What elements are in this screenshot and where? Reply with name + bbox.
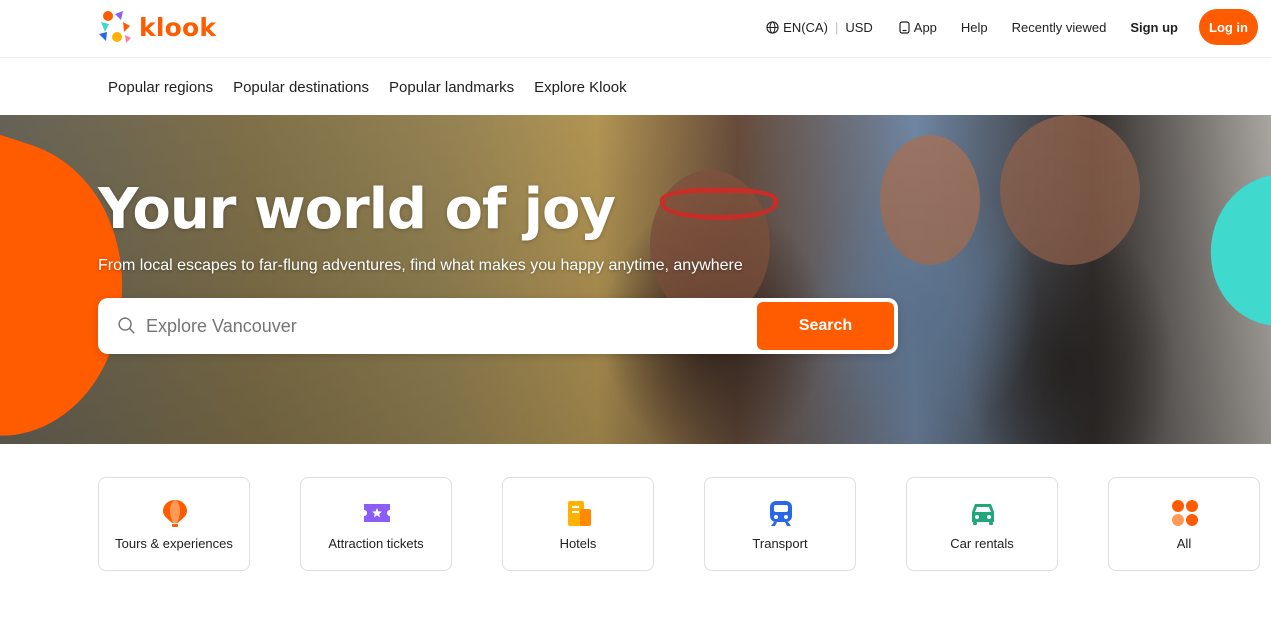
app-link[interactable]: App	[899, 20, 937, 35]
signup-link[interactable]: Sign up	[1130, 20, 1178, 35]
category-label: All	[1176, 536, 1192, 551]
help-link[interactable]: Help	[961, 20, 988, 35]
search-icon	[118, 317, 135, 334]
category-transport[interactable]: Transport	[704, 477, 856, 571]
hero-overlay	[0, 115, 1271, 444]
top-header: klook EN(CA) | USD App Help Recently vie…	[0, 0, 1271, 58]
hero-banner: Your world of joy From local escapes to …	[0, 115, 1271, 444]
subnav-popular-regions[interactable]: Popular regions	[108, 79, 213, 96]
category-tours-experiences[interactable]: Tours & experiences	[98, 477, 250, 571]
category-car-rentals[interactable]: Car rentals	[906, 477, 1058, 571]
app-label: App	[913, 19, 937, 35]
login-button[interactable]: Log in	[1199, 9, 1258, 45]
category-attraction-tickets[interactable]: Attraction tickets	[300, 477, 452, 571]
brand-name: klook	[139, 12, 217, 42]
category-label: Hotels	[559, 536, 597, 551]
header-nav: EN(CA) | USD App Help Recently viewed Si…	[766, 9, 1258, 45]
language-currency-selector[interactable]: EN(CA) | USD	[766, 20, 873, 35]
grid-icon	[1172, 500, 1198, 526]
hotel-icon	[568, 501, 591, 526]
category-label: Attraction tickets	[328, 536, 424, 551]
search-button[interactable]: Search	[757, 302, 894, 350]
secondary-nav: Popular regions Popular destinations Pop…	[0, 58, 1271, 115]
category-hotels[interactable]: Hotels	[502, 477, 654, 571]
category-label: Car rentals	[950, 536, 1014, 551]
divider: |	[834, 19, 839, 35]
recently-viewed-link[interactable]: Recently viewed	[1012, 20, 1107, 35]
globe-icon	[766, 20, 779, 34]
car-icon	[972, 504, 994, 525]
ticket-icon	[364, 504, 390, 522]
category-label: Transport	[752, 536, 808, 551]
subnav-popular-destinations[interactable]: Popular destinations	[233, 79, 369, 96]
currency-label: USD	[845, 19, 873, 35]
hero-title: Your world of joy	[98, 177, 616, 242]
subnav-popular-landmarks[interactable]: Popular landmarks	[389, 79, 514, 96]
klook-logo-icon	[99, 11, 131, 43]
category-list: Tours & experiences Attraction tickets H…	[98, 477, 1260, 571]
hot-air-balloon-icon	[163, 500, 187, 527]
category-label: Tours & experiences	[115, 536, 233, 551]
category-all[interactable]: All	[1108, 477, 1260, 571]
phone-icon	[899, 20, 910, 34]
language-label: EN(CA)	[783, 19, 828, 35]
subnav-explore-klook[interactable]: Explore Klook	[534, 79, 627, 96]
search-bar: Search	[98, 298, 898, 354]
hero-subtitle: From local escapes to far-flung adventur…	[98, 257, 743, 274]
train-icon	[770, 501, 792, 526]
search-input[interactable]	[146, 312, 746, 340]
klook-logo[interactable]: klook	[97, 10, 216, 44]
